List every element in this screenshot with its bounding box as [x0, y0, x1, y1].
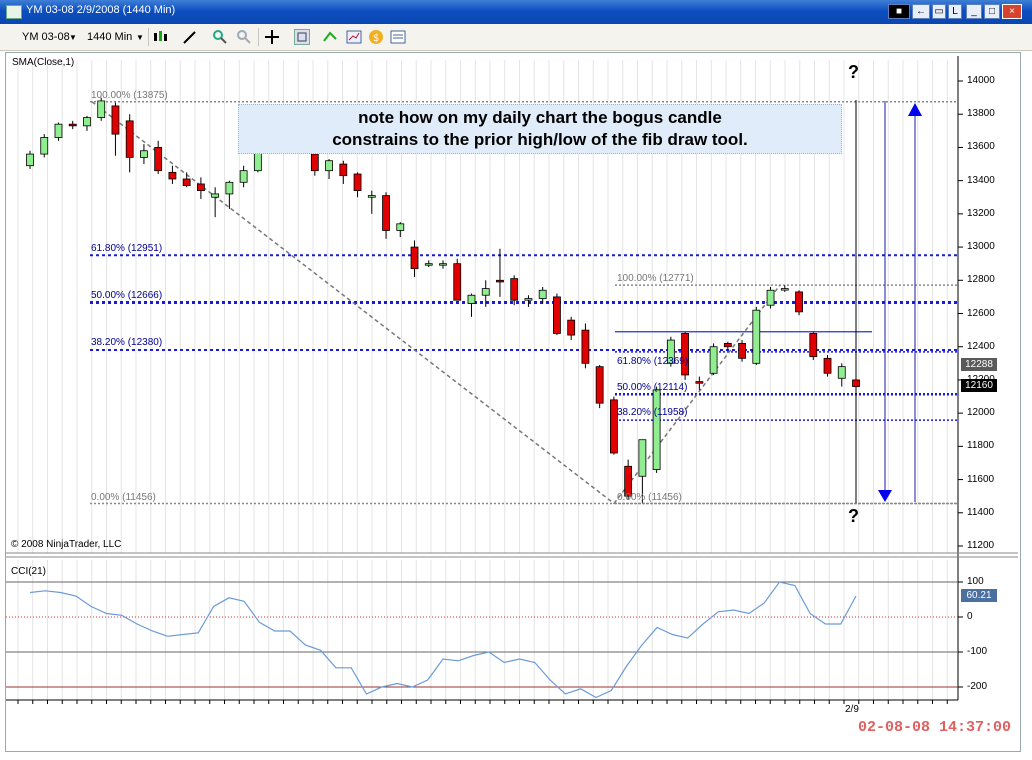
candle-body: [581, 329, 590, 364]
candle-body: [140, 150, 148, 158]
candle-body: [396, 223, 405, 231]
candle-body: [738, 342, 746, 359]
price-tick-label: 12600: [967, 307, 995, 319]
candle-body: [567, 319, 576, 336]
price-tick-label: 13600: [967, 141, 995, 153]
up-arrow-head: [908, 103, 922, 116]
candle-body: [83, 117, 91, 127]
fib-small-label-618: 61.80% (12369): [617, 356, 689, 367]
candle-body: [196, 183, 205, 192]
cci-series-line: [29, 581, 857, 699]
price-tick-label: 11400: [967, 506, 995, 518]
candle-body: [325, 160, 333, 172]
candle-body: [439, 263, 447, 266]
candle-body: [125, 120, 134, 158]
candle-body: [481, 288, 490, 296]
candle-body: [168, 171, 177, 180]
candle-body: [638, 439, 647, 477]
candle-body: [510, 278, 519, 301]
candle-body: [823, 357, 832, 374]
candle-body: [111, 105, 120, 135]
candle-body: [239, 170, 248, 183]
candle-body: [97, 100, 106, 118]
fib-label-50: 50.00% (12666): [91, 290, 163, 301]
candle-body: [154, 147, 163, 172]
annotation-note: note how on my daily chart the bogus can…: [238, 104, 842, 154]
note-line-2: constrains to the prior high/low of the …: [332, 130, 748, 149]
candle-body: [852, 379, 860, 387]
date-axis-label: 2/9: [845, 704, 859, 715]
candle-body: [54, 123, 63, 138]
cci-value-tag: 60.21: [961, 589, 997, 602]
price-tick-label: 12800: [967, 274, 995, 286]
price-tick-label: 13000: [967, 241, 995, 253]
fib-small-label-0: 0.00% (11456): [617, 492, 682, 503]
price-tick-label: 14000: [967, 75, 995, 86]
cci-indicator-label: CCI(21): [11, 566, 47, 577]
down-arrow-head: [878, 490, 892, 502]
candle-body: [424, 263, 433, 266]
price-tick-label: 11800: [967, 440, 995, 452]
candle-body: [26, 153, 34, 167]
candle-body: [837, 366, 846, 379]
candle-body: [795, 291, 803, 313]
cci-tick-label: 0: [967, 611, 973, 622]
price-tick-label: 13800: [967, 108, 995, 120]
price-tick-label: 13400: [967, 174, 995, 186]
timestamp: 02-08-08 14:37:00: [858, 719, 1012, 736]
candle-body: [253, 152, 262, 172]
candle-body: [595, 366, 604, 404]
question-mark-bottom: ?: [848, 506, 859, 526]
fib-small-label-50: 50.00% (12114): [617, 382, 688, 393]
candle-body: [681, 333, 690, 376]
fib-small-label-100: 100.00% (12771): [617, 273, 694, 284]
candle-body: [723, 342, 732, 348]
candle-body: [780, 288, 789, 291]
candle-body: [695, 381, 704, 384]
candle-body: [553, 296, 561, 334]
candle-body: [68, 123, 77, 127]
candle-body: [496, 279, 504, 283]
candle-body: [467, 294, 476, 304]
candle-body: [225, 181, 234, 195]
price-tick-label: 11600: [967, 473, 995, 485]
last-price-tag: 12288: [961, 358, 997, 371]
copyright-label: © 2008 NinjaTrader, LLC: [11, 539, 122, 550]
candle-body: [709, 346, 718, 374]
current-price-tag: 12160: [961, 379, 997, 392]
candle-body: [310, 153, 319, 172]
price-tick-label: 13200: [967, 207, 995, 219]
sma-indicator-label: SMA(Close,1): [12, 57, 75, 68]
candle-body: [40, 137, 49, 155]
price-tick-label: 12000: [967, 407, 995, 419]
candle-body: [453, 263, 462, 301]
fib-label-0: 0.00% (11456): [91, 492, 156, 503]
candle-body: [353, 173, 362, 192]
note-line-1: note how on my daily chart the bogus can…: [358, 108, 722, 127]
candle-body: [182, 178, 191, 187]
candle-body: [652, 389, 661, 471]
candle-body: [809, 333, 818, 358]
cci-tick-label: 100: [967, 576, 984, 587]
cci-tick-label: -200: [967, 681, 988, 692]
question-mark-top: ?: [848, 62, 859, 82]
candle-body: [752, 309, 761, 364]
fib-label-618: 61.80% (12951): [91, 243, 163, 254]
candle-body: [367, 195, 376, 198]
cci-tick-label: -100: [967, 646, 988, 657]
candle-body: [538, 289, 547, 299]
candle-body: [524, 298, 533, 301]
price-tick-label: 11200: [967, 540, 995, 551]
fib-small-label-382: 38.20% (11958): [617, 407, 688, 418]
candle-body: [766, 289, 775, 306]
candle-body: [211, 193, 220, 198]
price-tick-label: 12400: [967, 340, 995, 352]
fib-label-382: 38.20% (12380): [91, 337, 163, 348]
candle-body: [382, 195, 390, 231]
fib-label-100: 100.00% (13875): [91, 90, 168, 101]
candle-body: [339, 163, 348, 177]
candle-body: [410, 246, 419, 270]
